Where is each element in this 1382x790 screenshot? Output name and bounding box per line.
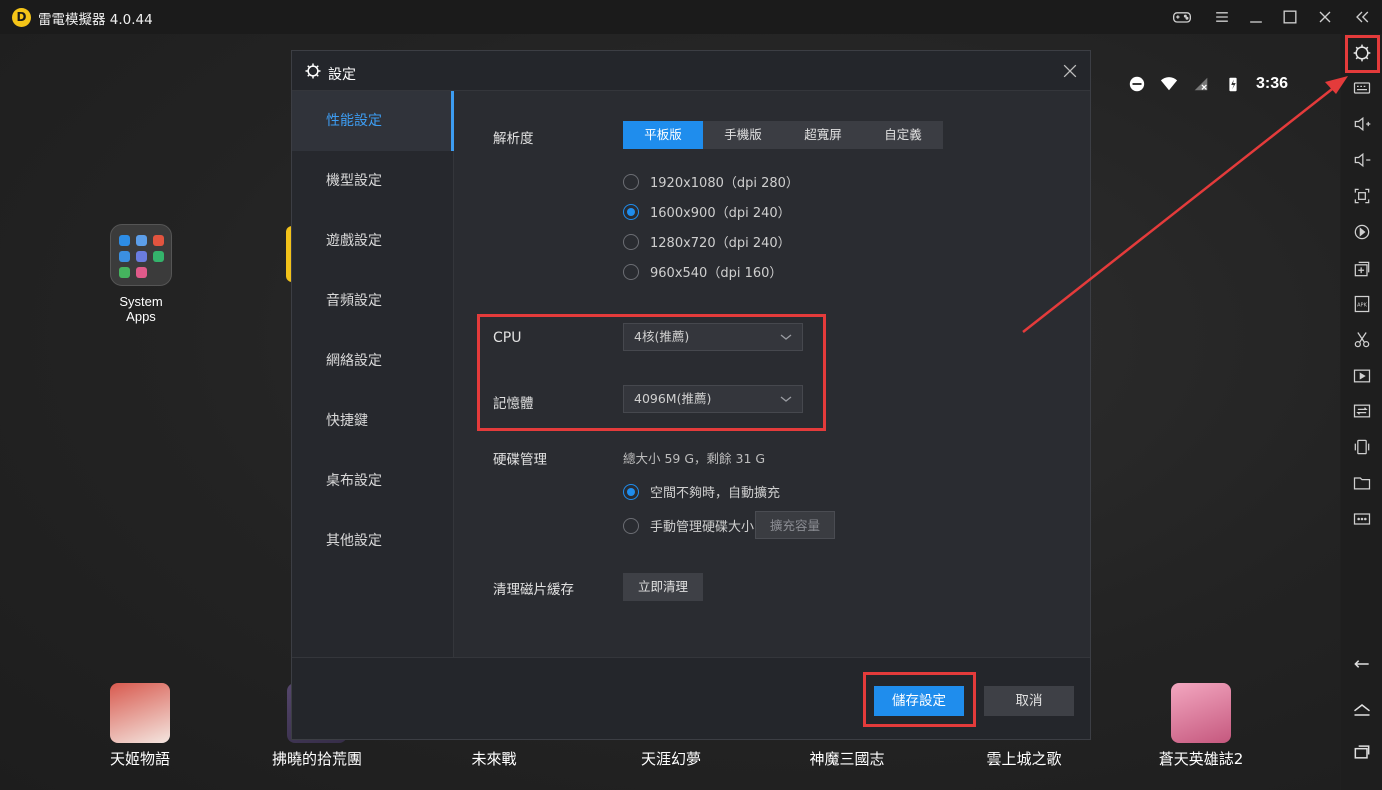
dialog-close-icon[interactable] <box>1060 61 1080 81</box>
cpu-memory-highlight <box>477 314 826 431</box>
no-signal-icon <box>1194 77 1208 91</box>
status-bar: 3:36 <box>1128 74 1288 94</box>
disk-label: 硬碟管理 <box>493 452 547 468</box>
app-label: 拂曉的拾荒團 <box>271 750 362 768</box>
resolution-option-1920[interactable]: 1920x1080（dpi 280） <box>623 172 799 191</box>
sync-icon[interactable] <box>1350 220 1374 244</box>
shared-folder-icon[interactable] <box>1350 399 1374 423</box>
tab-ultrawide[interactable]: 超寬屏 <box>783 121 863 149</box>
disk-option-auto[interactable]: 空間不夠時，自動擴充 <box>623 482 780 501</box>
app-title: 雷電模擬器 4.0.44 <box>38 12 153 28</box>
disk-summary: 總大小 59 G，剩餘 31 G <box>623 451 766 466</box>
wifi-icon <box>1160 77 1178 91</box>
minimize-icon[interactable] <box>1244 6 1268 28</box>
tab-phone[interactable]: 手機版 <box>703 121 783 149</box>
recent-apps-icon[interactable] <box>1350 740 1374 764</box>
more-icon[interactable] <box>1350 507 1374 531</box>
fullscreen-icon[interactable] <box>1350 184 1374 208</box>
multi-instance-icon[interactable] <box>1350 257 1374 281</box>
option-label: 1600x900（dpi 240） <box>650 206 791 221</box>
close-icon[interactable] <box>1313 6 1337 28</box>
expand-disk-button[interactable]: 擴充容量 <box>755 511 835 539</box>
clock: 3:36 <box>1255 75 1288 92</box>
app-label: 天涯幻夢 <box>640 750 701 768</box>
radio-button-selected[interactable] <box>623 483 639 500</box>
dialog-header: 設定 <box>292 51 1090 91</box>
volume-up-icon[interactable] <box>1350 112 1374 136</box>
nav-game[interactable]: 遊戲設定 <box>292 211 454 271</box>
app-label: 雲上城之歌 <box>986 750 1062 768</box>
tab-tablet[interactable]: 平板版 <box>623 121 703 149</box>
back-icon[interactable] <box>1350 652 1374 676</box>
title-bar: D 雷電模擬器 4.0.44 <box>0 0 1382 34</box>
app-label: 蒼天英雄誌2 <box>1158 750 1244 768</box>
radio-button-selected[interactable] <box>623 203 639 220</box>
nav-shortcuts[interactable]: 快捷鍵 <box>292 391 454 451</box>
radio-button[interactable] <box>623 517 639 534</box>
app-icon <box>110 683 170 743</box>
keyboard-icon[interactable] <box>1350 76 1374 100</box>
screenshot-scissors-icon[interactable] <box>1350 328 1374 352</box>
do-not-disturb-icon <box>1129 76 1145 92</box>
option-label: 960x540（dpi 160） <box>650 266 783 281</box>
resolution-option-960[interactable]: 960x540（dpi 160） <box>623 262 782 281</box>
option-label: 1920x1080（dpi 280） <box>650 176 799 191</box>
nav-wallpaper[interactable]: 桌布設定 <box>292 451 454 511</box>
right-toolbar: APK <box>1341 34 1382 790</box>
folder-icon[interactable] <box>1350 471 1374 495</box>
dock-app-tianji[interactable]: 天姬物語 <box>80 683 200 769</box>
shake-icon[interactable] <box>1350 435 1374 459</box>
option-label: 1280x720（dpi 240） <box>650 236 791 251</box>
option-label: 手動管理硬碟大小 <box>650 520 755 535</box>
dock-app-cangtian[interactable]: 蒼天英雄誌2 <box>1141 683 1261 769</box>
folder-label: System Apps <box>119 294 163 324</box>
cache-label: 清理磁片緩存 <box>493 582 574 598</box>
gear-icon <box>305 63 321 79</box>
disk-option-manual[interactable]: 手動管理硬碟大小 <box>623 516 754 535</box>
radio-button[interactable] <box>623 173 639 190</box>
radio-button[interactable] <box>623 263 639 280</box>
settings-nav: 性能設定 機型設定 遊戲設定 音頻設定 網絡設定 快捷鍵 桌布設定 其他設定 <box>292 91 454 657</box>
tab-custom[interactable]: 自定義 <box>863 121 943 149</box>
cancel-button[interactable]: 取消 <box>984 686 1074 716</box>
home-icon[interactable] <box>1350 698 1374 722</box>
nav-model[interactable]: 機型設定 <box>292 151 454 211</box>
apk-install-icon[interactable]: APK <box>1350 292 1374 316</box>
nav-audio[interactable]: 音頻設定 <box>292 271 454 331</box>
app-logo-icon: D <box>12 8 31 27</box>
app-label: 天姬物語 <box>109 750 170 768</box>
record-video-icon[interactable] <box>1350 364 1374 388</box>
save-button-highlight <box>863 672 976 727</box>
resolution-option-1280[interactable]: 1280x720（dpi 240） <box>623 232 791 251</box>
gamepad-icon[interactable] <box>1170 6 1194 28</box>
battery-charging-icon <box>1229 77 1237 92</box>
app-label: 未來戰 <box>471 750 517 768</box>
option-label: 空間不夠時，自動擴充 <box>650 486 781 501</box>
resolution-label: 解析度 <box>493 131 534 147</box>
radio-button[interactable] <box>623 233 639 250</box>
resolution-option-1600[interactable]: 1600x900（dpi 240） <box>623 202 791 221</box>
menu-icon[interactable] <box>1210 6 1234 28</box>
clear-cache-button[interactable]: 立即清理 <box>623 573 703 601</box>
folder-icon <box>110 224 172 286</box>
dialog-title: 設定 <box>328 67 356 83</box>
svg-text:APK: APK <box>1357 303 1367 309</box>
nav-performance[interactable]: 性能設定 <box>292 91 454 151</box>
nav-network[interactable]: 網絡設定 <box>292 331 454 391</box>
app-icon <box>1171 683 1231 743</box>
maximize-icon[interactable] <box>1278 6 1302 28</box>
volume-down-icon[interactable] <box>1350 148 1374 172</box>
system-apps-folder[interactable]: System Apps <box>104 224 178 324</box>
nav-other[interactable]: 其他設定 <box>292 511 454 571</box>
app-label: 神魔三國志 <box>809 750 885 768</box>
settings-icon-highlight <box>1345 35 1380 73</box>
collapse-sidebar-icon[interactable] <box>1350 6 1374 28</box>
resolution-tabs: 平板版 手機版 超寬屏 自定義 <box>623 121 943 149</box>
